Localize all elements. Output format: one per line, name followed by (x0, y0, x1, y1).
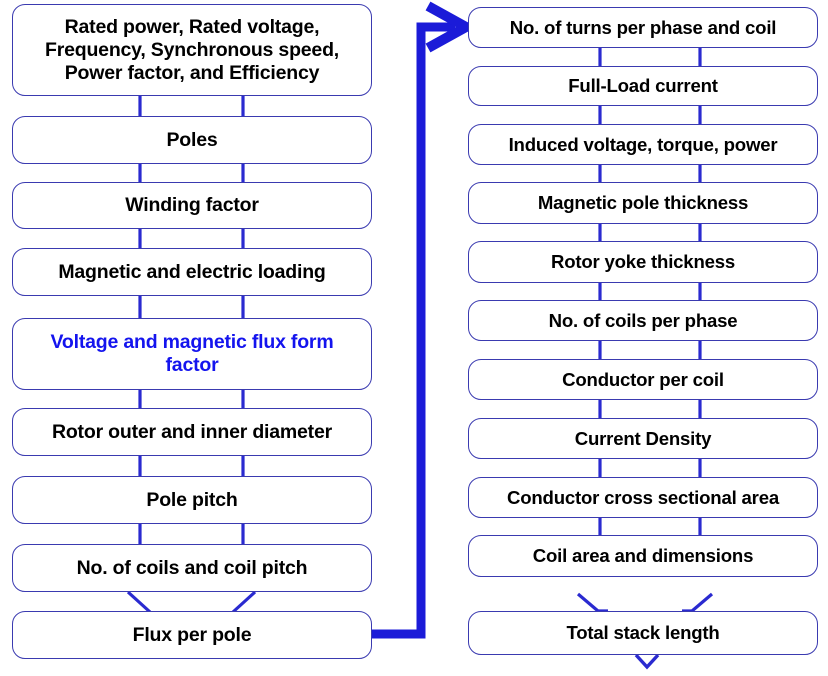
node-turns-per-phase-and-coil[interactable]: No. of turns per phase and coil (468, 7, 818, 48)
node-label: No. of coils and coil pitch (76, 556, 308, 579)
node-label: Full-Load current (568, 75, 718, 97)
node-magnetic-electric-loading[interactable]: Magnetic and electric loading (12, 248, 372, 296)
node-flux-per-pole[interactable]: Flux per pole (12, 611, 372, 659)
node-coil-area-and-dimensions[interactable]: Coil area and dimensions (468, 535, 818, 577)
wire-right-10a (576, 592, 608, 613)
node-total-stack-length[interactable]: Total stack length (468, 611, 818, 655)
node-label: Voltage and magnetic flux form factor (50, 331, 334, 376)
node-label: Conductor per coil (562, 368, 724, 390)
node-pole-pitch[interactable]: Pole pitch (12, 476, 372, 524)
node-label: Flux per pole (132, 623, 252, 646)
node-rotor-diameters[interactable]: Rotor outer and inner diameter (12, 408, 372, 456)
node-label: Pole pitch (146, 488, 238, 511)
node-conductor-cross-sectional-area[interactable]: Conductor cross sectional area (468, 477, 818, 518)
node-full-load-current[interactable]: Full-Load current (468, 66, 818, 106)
flux-to-turns-arrowhead (425, 1, 477, 53)
node-rotor-yoke-thickness[interactable]: Rotor yoke thickness (468, 241, 818, 283)
node-voltage-flux-form-factor[interactable]: Voltage and magnetic flux form factor (12, 318, 372, 390)
node-current-density[interactable]: Current Density (468, 418, 818, 459)
node-label: Total stack length (566, 622, 720, 644)
node-conductor-per-coil[interactable]: Conductor per coil (468, 359, 818, 400)
node-coils-per-phase[interactable]: No. of coils per phase (468, 300, 818, 341)
node-winding-factor[interactable]: Winding factor (12, 182, 372, 229)
node-poles[interactable]: Poles (12, 116, 372, 164)
node-label: Magnetic and electric loading (58, 260, 326, 283)
node-magnetic-pole-thickness[interactable]: Magnetic pole thickness (468, 182, 818, 224)
node-label: Conductor cross sectional area (507, 486, 779, 508)
node-label: Rotor yoke thickness (550, 251, 736, 273)
flowchart-canvas: Rated power, Rated voltage, Frequency, Sy… (0, 0, 828, 676)
node-label: Current Density (574, 427, 712, 449)
wire-left-8a (126, 590, 152, 614)
node-label: Poles (166, 128, 218, 151)
node-label: No. of turns per phase and coil (509, 16, 777, 38)
node-rated-parameters[interactable]: Rated power, Rated voltage, Frequency, Sy… (12, 4, 372, 96)
flux-to-turns-arrow-line (372, 22, 455, 639)
node-label: Rated power, Rated voltage, Frequency, Sy… (45, 15, 339, 84)
node-induced-voltage-torque-power[interactable]: Induced voltage, torque, power (468, 124, 818, 165)
node-coils-and-coil-pitch[interactable]: No. of coils and coil pitch (12, 544, 372, 592)
node-label: Winding factor (125, 194, 259, 216)
node-label: Magnetic pole thickness (537, 192, 749, 214)
node-label: Rotor outer and inner diameter (51, 420, 333, 443)
node-label: Induced voltage, torque, power (508, 133, 778, 155)
total-stack-length-exit-arrow (634, 653, 660, 670)
wire-left-8b (231, 590, 257, 614)
node-label: Coil area and dimensions (532, 545, 754, 567)
wire-right-10b (682, 592, 714, 613)
node-label: No. of coils per phase (548, 309, 738, 331)
